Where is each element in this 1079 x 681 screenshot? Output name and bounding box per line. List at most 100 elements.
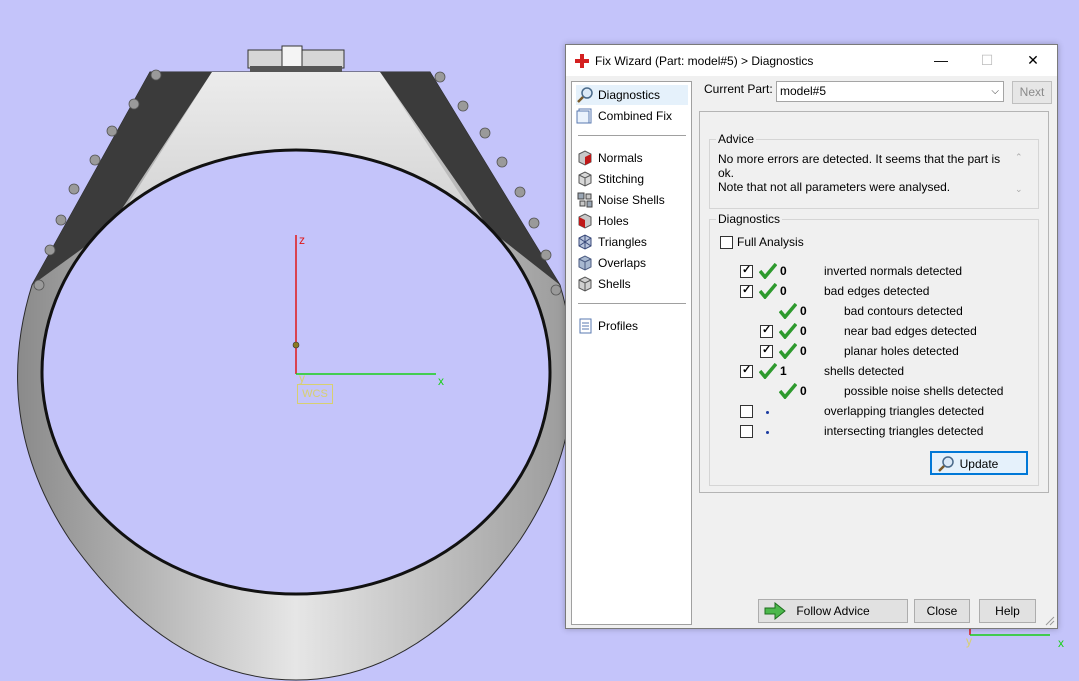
- diag-label: inverted normals detected: [824, 264, 963, 278]
- checkmark-ok-icon: [779, 383, 797, 399]
- maximize-button: ☐: [980, 52, 994, 68]
- nav-item-label: Holes: [598, 214, 629, 228]
- advice-text: No more errors are detected. It seems th…: [718, 152, 1018, 202]
- document-icon: [576, 108, 592, 124]
- chevron-down-icon: ⌵: [991, 86, 999, 97]
- diag-label: bad edges detected: [824, 284, 930, 298]
- diag-checkbox[interactable]: ✓: [740, 364, 753, 378]
- diag-label: bad contours detected: [844, 304, 963, 318]
- nav-item-label: Stitching: [598, 172, 645, 186]
- pending-dot-icon: [766, 411, 769, 414]
- nav-divider: [578, 135, 686, 136]
- nav-item-shells[interactable]: Shells: [576, 274, 688, 294]
- diag-count: 0: [800, 344, 807, 358]
- dialog-title: Fix Wizard (Part: model#5) > Diagnostics: [595, 54, 814, 68]
- follow-advice-label: Follow Advice: [796, 604, 870, 618]
- triangles-cube-icon: [578, 234, 592, 250]
- diagnostics-panel: Advice No more errors are detected. It s…: [699, 111, 1049, 493]
- checkmark-ok-icon: [759, 263, 777, 279]
- diag-checkbox[interactable]: ✓: [740, 284, 753, 298]
- diag-label: shells detected: [824, 364, 905, 378]
- nav-item-label: Profiles: [598, 319, 639, 333]
- nav-item-label: Shells: [598, 277, 631, 291]
- normals-cube-icon: [578, 150, 592, 166]
- diag-label: intersecting triangles detected: [824, 424, 984, 438]
- x-axis-label: x: [438, 374, 444, 388]
- nav-item-label: Normals: [598, 151, 643, 165]
- nav-item-stitching[interactable]: Stitching: [576, 169, 688, 189]
- checkmark-ok-icon: [779, 323, 797, 339]
- nav-item-label: Diagnostics: [598, 88, 661, 102]
- stitching-cube-icon: [578, 171, 592, 187]
- help-button[interactable]: Help: [979, 599, 1036, 623]
- checkmark-ok-icon: [759, 363, 777, 379]
- nav-item-label: Triangles: [598, 235, 647, 249]
- overlaps-cube-icon: [578, 255, 592, 271]
- pending-dot-icon: [766, 431, 769, 434]
- corner-y-axis-label: y: [966, 634, 972, 648]
- nav-item-holes[interactable]: Holes: [576, 211, 688, 231]
- nav-item-diagnostics[interactable]: Diagnostics: [576, 85, 688, 105]
- advice-line-2: Note that not all parameters were analys…: [718, 180, 951, 194]
- checkmark-ok-icon: [779, 343, 797, 359]
- nav-item-label: Combined Fix: [598, 109, 673, 123]
- diag-checkbox[interactable]: [740, 405, 753, 418]
- diag-label: near bad edges detected: [844, 324, 977, 338]
- profiles-document-icon: [579, 318, 592, 334]
- resize-grip-icon[interactable]: [1045, 616, 1055, 626]
- red-cross-icon: [575, 54, 589, 68]
- title-bar[interactable]: Fix Wizard (Part: model#5) > Diagnostics…: [566, 45, 1057, 76]
- nav-item-normals[interactable]: Normals: [576, 148, 688, 168]
- current-part-label: Current Part:: [704, 82, 773, 96]
- nav-item-combined-fix[interactable]: Combined Fix: [576, 106, 688, 126]
- noise-shells-icon: [577, 192, 593, 208]
- follow-advice-button[interactable]: Follow Advice: [758, 599, 908, 623]
- full-analysis-checkbox[interactable]: [720, 236, 733, 249]
- diag-count: 0: [800, 324, 807, 338]
- green-arrow-icon: [764, 602, 786, 620]
- z-axis-label: z: [299, 233, 305, 247]
- diag-count: 0: [780, 264, 787, 278]
- diag-count: 0: [780, 284, 787, 298]
- magnifier-icon: [938, 456, 954, 472]
- corner-x-axis-label: x: [1058, 636, 1064, 650]
- fix-wizard-dialog: Fix Wizard (Part: model#5) > Diagnostics…: [565, 44, 1058, 629]
- wcs-label: WCS: [297, 384, 333, 404]
- close-window-button[interactable]: ✕: [1010, 45, 1056, 76]
- nav-item-profiles[interactable]: Profiles: [576, 316, 688, 336]
- update-button-label: Update: [959, 457, 999, 471]
- full-analysis-label: Full Analysis: [737, 235, 804, 249]
- next-button: Next: [1012, 81, 1052, 104]
- diag-label: overlapping triangles detected: [824, 404, 985, 418]
- diagnostics-group: Diagnostics Full Analysis ✓ 0 inverted n…: [709, 212, 1039, 486]
- nav-divider: [578, 303, 686, 304]
- magnifier-icon: [577, 87, 593, 103]
- holes-cube-icon: [578, 213, 592, 229]
- nav-item-label: Noise Shells: [598, 193, 665, 207]
- minimize-button[interactable]: —: [918, 45, 964, 76]
- diag-count: 1: [780, 364, 787, 378]
- diag-checkbox[interactable]: ✓: [740, 264, 753, 278]
- advice-title: Advice: [716, 132, 757, 146]
- checkmark-ok-icon: [779, 303, 797, 319]
- diag-label: possible noise shells detected: [844, 384, 1004, 398]
- wizard-nav: Diagnostics Combined Fix Normals Stitchi…: [571, 81, 692, 625]
- diag-checkbox[interactable]: ✓: [760, 344, 773, 358]
- diag-checkbox[interactable]: [740, 425, 753, 438]
- current-part-value: model#5: [780, 84, 827, 98]
- nav-item-overlaps[interactable]: Overlaps: [576, 253, 688, 273]
- diag-count: 0: [800, 304, 807, 318]
- update-button[interactable]: Update: [930, 451, 1028, 475]
- nav-item-noise-shells[interactable]: Noise Shells: [576, 190, 688, 210]
- checkmark-ok-icon: [759, 283, 777, 299]
- nav-item-label: Overlaps: [598, 256, 647, 270]
- advice-scrollbar[interactable]: ⌃ ⌄: [1013, 150, 1027, 198]
- close-button[interactable]: Close: [914, 599, 970, 623]
- nav-item-triangles[interactable]: Triangles: [576, 232, 688, 252]
- advice-line-1: No more errors are detected. It seems th…: [718, 152, 1001, 180]
- advice-group: Advice No more errors are detected. It s…: [709, 132, 1039, 209]
- diag-checkbox[interactable]: ✓: [760, 324, 773, 338]
- y-axis-label: y: [299, 371, 305, 385]
- current-part-select[interactable]: model#5 ⌵: [776, 81, 1004, 102]
- diag-count: 0: [800, 384, 807, 398]
